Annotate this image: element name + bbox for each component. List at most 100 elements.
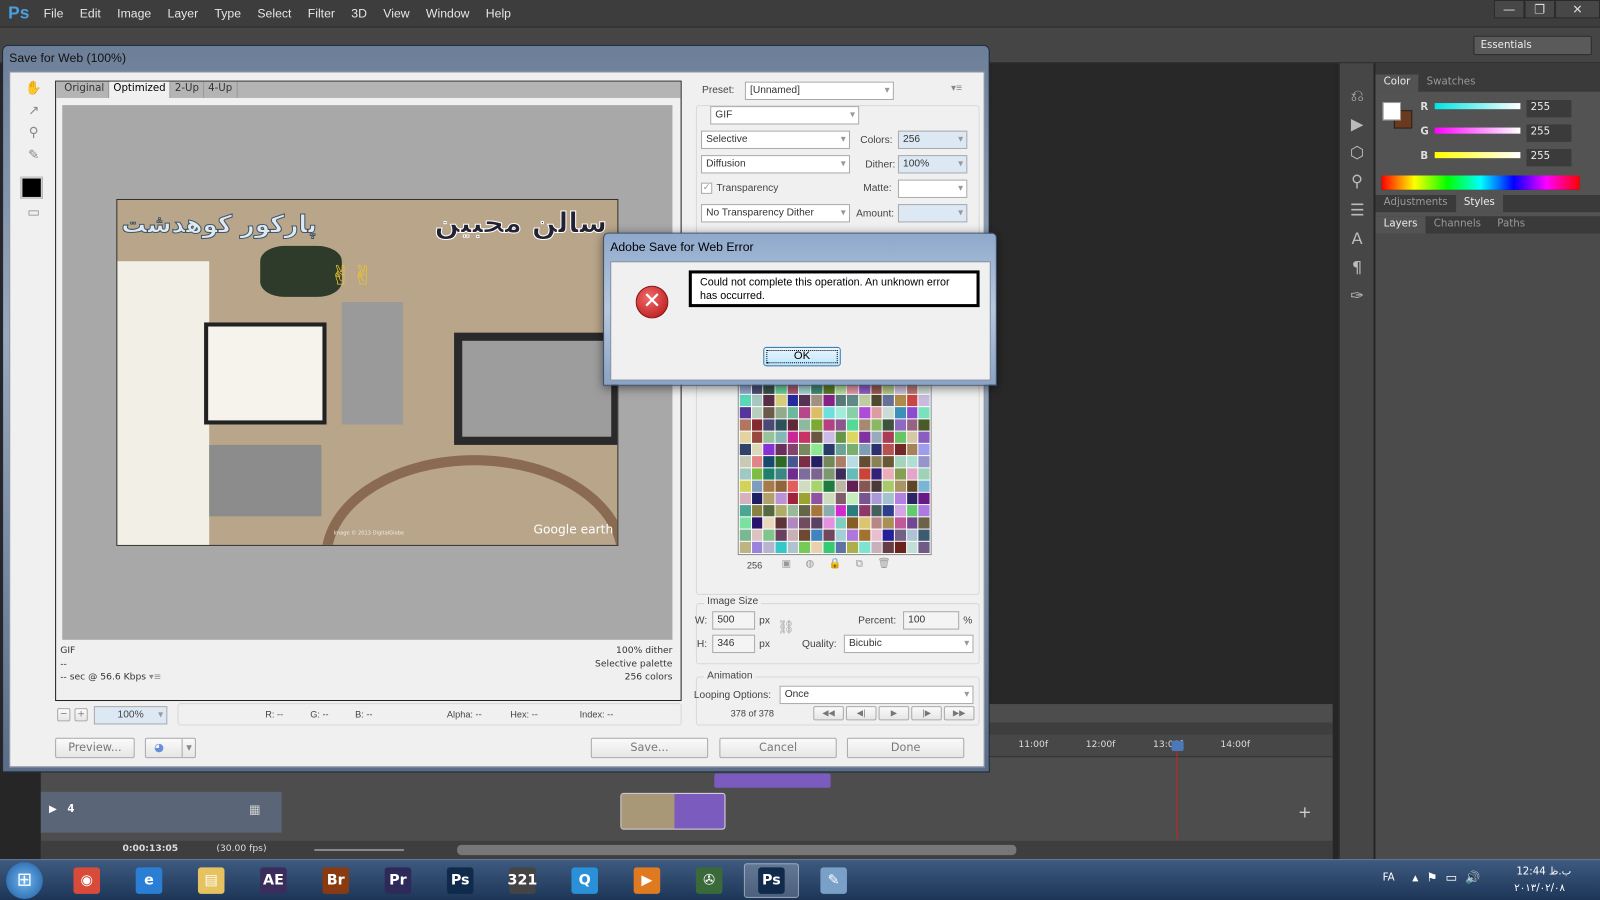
start-button[interactable]: ⊞ [6,862,43,899]
timeline-zoom-slider[interactable] [314,848,405,852]
palette-swatch[interactable] [894,468,906,480]
palette-swatch[interactable] [870,541,882,554]
palette-swatch[interactable] [751,468,763,480]
palette-swatch[interactable] [894,529,906,541]
height-field[interactable]: 346 [712,634,756,654]
first-frame-button[interactable]: ◀◀ [813,706,844,721]
palette-swatch[interactable] [751,407,763,419]
palette-swatch[interactable] [870,480,882,492]
menu-file[interactable]: File [44,6,64,20]
matte-select[interactable] [897,179,968,198]
properties-icon[interactable]: ☰ [1340,196,1375,225]
color-table-icons[interactable]: ▣◍🔒⧉🗑 [782,558,905,569]
palette-swatch[interactable] [823,468,835,480]
palette-swatch[interactable] [823,529,835,541]
palette-swatch[interactable] [835,443,847,456]
palette-swatch[interactable] [882,480,894,492]
palette-swatch[interactable] [906,419,918,431]
dither-algorithm-select[interactable]: Diffusion [701,155,850,174]
palette-swatch[interactable] [882,541,894,554]
palette-swatch[interactable] [751,517,763,529]
zoom-in-button[interactable]: + [74,708,88,722]
palette-swatch[interactable] [847,407,859,419]
zoom-level-select[interactable]: 100% [93,706,168,725]
paragraph-icon[interactable]: ¶ [1340,253,1375,282]
taskbar-app-after-effects[interactable]: AE [246,863,301,898]
clock-time[interactable]: ب.ظ 12:44 [1516,866,1571,877]
palette-swatch[interactable] [787,456,799,468]
prev-frame-button[interactable]: ◀| [845,706,877,721]
format-select[interactable]: GIF [710,106,860,125]
menu-help[interactable]: Help [486,6,511,20]
palette-swatch[interactable] [906,431,918,443]
palette-swatch[interactable] [918,394,930,407]
cancel-button[interactable]: Cancel [719,737,837,759]
r-value[interactable]: 255 [1526,99,1572,118]
palette-swatch[interactable] [859,456,870,468]
palette-swatch[interactable] [882,517,894,529]
taskbar-app-bridge[interactable]: Br [308,863,363,898]
palette-swatch[interactable] [787,394,799,407]
palette-swatch[interactable] [775,419,787,431]
palette-swatch[interactable] [763,419,775,431]
r-slider[interactable] [1434,103,1521,110]
preset-select[interactable]: [Unnamed] [744,81,894,100]
palette-swatch[interactable] [751,419,763,431]
palette-swatch[interactable] [775,529,787,541]
palette-swatch[interactable] [906,468,918,480]
taskbar-app-photoshop[interactable]: Ps [743,863,799,898]
palette-swatch[interactable] [739,492,751,505]
taskbar-app-media-player[interactable]: ▶ [619,863,674,898]
restore-button[interactable]: ❐ [1524,0,1556,19]
palette-swatch[interactable] [906,505,918,517]
preview-canvas[interactable]: پارکور کوهدشت سالن محبین ✌✌ Image © 2013… [62,105,673,640]
tab-layers[interactable]: Layers [1375,216,1426,234]
palette-swatch[interactable] [799,443,811,456]
palette-swatch[interactable] [739,517,751,529]
palette-swatch[interactable] [835,407,847,419]
palette-swatch[interactable] [835,431,847,443]
character-icon[interactable]: A [1340,224,1375,253]
expand-icon[interactable]: ▶ [49,804,57,815]
palette-swatch[interactable] [763,541,775,554]
palette-swatch[interactable] [906,480,918,492]
palette-swatch[interactable] [823,505,835,517]
tab-channels[interactable]: Channels [1426,216,1490,233]
palette-swatch[interactable] [882,456,894,468]
playhead[interactable] [1171,740,1184,752]
palette-swatch[interactable] [894,517,906,529]
palette-swatch[interactable] [787,529,799,541]
hand-tool-icon[interactable]: ✋ [18,81,49,103]
palette-swatch[interactable] [811,443,823,456]
menu-window[interactable]: Window [426,6,470,20]
taskbar-app-media-center[interactable]: ✇ [682,863,737,898]
tab-color[interactable]: Color [1375,74,1419,92]
close-button[interactable]: ✕ [1555,0,1600,19]
palette-swatch[interactable] [799,505,811,517]
menu-edit[interactable]: Edit [80,6,101,20]
palette-swatch[interactable] [918,541,930,554]
palette-swatch[interactable] [811,394,823,407]
palette-swatch[interactable] [835,505,847,517]
palette-swatch[interactable] [775,492,787,505]
palette-swatch[interactable] [918,468,930,480]
adjust-icon[interactable]: ⚲ [1340,167,1375,196]
palette-swatch[interactable] [847,541,859,554]
ok-button[interactable]: OK [763,346,841,367]
zoom-tool-icon[interactable]: ⚲ [18,126,49,148]
palette-swatch[interactable] [799,517,811,529]
palette-swatch[interactable] [859,431,870,443]
palette-swatch[interactable] [847,529,859,541]
transparency-checkbox[interactable]: ✓ [701,182,713,194]
tray-icons[interactable]: ▴⚑▭🔊 [1412,870,1489,884]
taskbar-app-media-player-321[interactable]: 321 [495,863,550,898]
transparency-dither-select[interactable]: No Transparency Dither [701,204,850,223]
tab-4up[interactable]: 4-Up [204,81,238,98]
palette-swatch[interactable] [763,456,775,468]
palette-swatch[interactable] [751,529,763,541]
palette-swatch[interactable] [739,541,751,554]
palette-swatch[interactable] [894,443,906,456]
slice-select-icon[interactable]: ↗ [18,103,49,125]
palette-swatch[interactable] [823,541,835,554]
palette-swatch[interactable] [906,492,918,505]
